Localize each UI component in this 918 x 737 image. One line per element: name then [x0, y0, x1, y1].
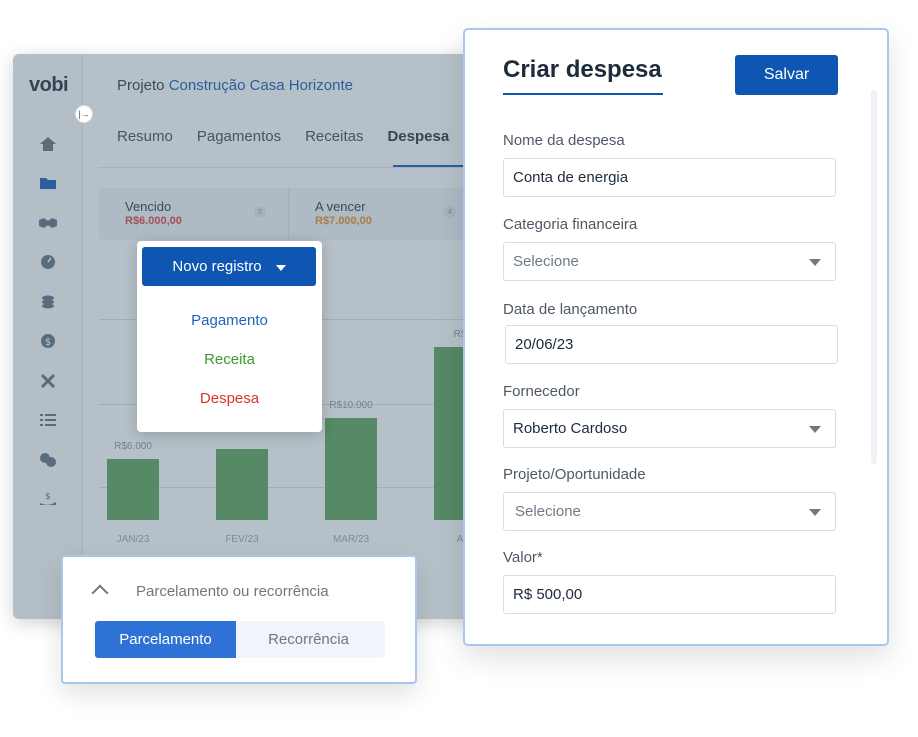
- panel-scrollbar[interactable]: [871, 90, 877, 464]
- tab-despesa[interactable]: Despesa: [387, 128, 449, 145]
- menu-item-receita[interactable]: Receita: [137, 351, 322, 368]
- field-value: 20/06/23: [515, 336, 574, 353]
- novo-registro-button[interactable]: Novo registro: [142, 247, 316, 286]
- toggle-parcelamento[interactable]: Parcelamento: [95, 621, 236, 658]
- chevron-up-icon[interactable]: [91, 584, 109, 602]
- installment-toggle: Parcelamento Recorrência: [95, 621, 385, 658]
- collapse-arrow-icon: |→: [78, 109, 90, 119]
- valor-input[interactable]: R$ 500,00: [503, 575, 836, 614]
- chart-x-tick-label: JAN/23: [116, 534, 150, 545]
- fornecedor-select[interactable]: Roberto Cardoso: [503, 409, 836, 448]
- caret-down-icon: [275, 264, 286, 271]
- sidebar-collapse-button[interactable]: |→: [75, 105, 93, 123]
- novo-registro-dropdown: Novo registro Pagamento Receita Despesa: [137, 241, 322, 432]
- tab-receitas[interactable]: Receitas: [305, 128, 363, 145]
- projeto-select[interactable]: Selecione: [503, 492, 836, 531]
- coins-icon[interactable]: [13, 282, 83, 322]
- folder-icon[interactable]: [13, 164, 83, 204]
- field-value: Roberto Cardoso: [513, 420, 628, 437]
- data-lancamento-input[interactable]: 20/06/23: [505, 325, 838, 364]
- nome-despesa-input[interactable]: Conta de energia: [503, 158, 836, 197]
- summary-card-vencido[interactable]: Vencido R$6.000,00 3: [99, 188, 289, 240]
- categoria-select[interactable]: Selecione: [503, 242, 836, 281]
- chart-x-tick-label: FEV/23: [225, 534, 259, 545]
- dollar-icon[interactable]: $: [13, 322, 83, 362]
- field-value: R$ 500,00: [513, 586, 583, 603]
- home-icon[interactable]: [13, 124, 83, 164]
- chart-data-label: R$6.000: [114, 440, 152, 452]
- field-label-categoria: Categoria financeira: [503, 216, 638, 233]
- title-underline: [503, 93, 663, 95]
- save-button[interactable]: Salvar: [735, 55, 838, 95]
- project-title: Projeto Construção Casa Horizonte: [117, 77, 353, 94]
- tab-resumo[interactable]: Resumo: [117, 128, 173, 145]
- svg-text:$: $: [45, 492, 51, 502]
- installment-panel: Parcelamento ou recorrência Parcelamento…: [61, 555, 417, 684]
- field-label-nome: Nome da despesa: [503, 132, 625, 149]
- chart-bar[interactable]: [325, 418, 377, 520]
- list-icon[interactable]: [13, 401, 83, 441]
- field-label-fornecedor: Fornecedor: [503, 383, 580, 400]
- field-label-projeto: Projeto/Oportunidade: [503, 466, 646, 483]
- project-name[interactable]: Construção Casa Horizonte: [169, 77, 353, 94]
- sidebar-nav: $ $: [13, 124, 83, 519]
- menu-item-despesa[interactable]: Despesa: [137, 390, 322, 407]
- caret-down-icon: [809, 509, 821, 516]
- toggle-recorrencia[interactable]: Recorrência: [236, 621, 381, 658]
- field-label-data: Data de lançamento: [503, 301, 638, 318]
- field-value: Selecione: [513, 253, 579, 270]
- summary-card-a-vencer[interactable]: A vencer R$7.000,00 4: [289, 188, 479, 240]
- field-value: Selecione: [515, 503, 581, 520]
- money-hand-icon[interactable]: $: [13, 480, 83, 520]
- summary-cards: Vencido R$6.000,00 3 A vencer R$7.000,00…: [99, 188, 479, 240]
- tab-divider: [98, 167, 483, 168]
- project-prefix: Projeto: [117, 77, 165, 94]
- field-value: Conta de energia: [513, 169, 629, 186]
- gauge-icon[interactable]: [13, 243, 83, 283]
- chart-bar[interactable]: [107, 458, 159, 520]
- caret-down-icon: [809, 259, 821, 266]
- vobi-logo: vobi: [29, 74, 69, 96]
- menu-item-pagamento[interactable]: Pagamento: [137, 312, 322, 329]
- tab-bar: Resumo Pagamentos Receitas Despesa: [117, 128, 449, 145]
- tools-icon[interactable]: [13, 361, 83, 401]
- chart-data-label: R$10.000: [329, 400, 373, 411]
- summary-count-badge: 4: [444, 206, 456, 218]
- installment-title: Parcelamento ou recorrência: [136, 583, 329, 600]
- chart-x-tick-label: MAR/23: [332, 534, 370, 545]
- chart-bar[interactable]: [216, 448, 268, 520]
- sidebar: vobi $ $: [13, 54, 83, 619]
- field-label-valor: Valor*: [503, 549, 543, 566]
- criar-despesa-panel: Criar despesa Salvar Nome da despesa Con…: [463, 28, 889, 646]
- caret-down-icon: [809, 426, 821, 433]
- novo-registro-label: Novo registro: [172, 258, 262, 275]
- svg-text:$: $: [45, 337, 51, 348]
- handshake-icon[interactable]: [13, 203, 83, 243]
- chat-icon[interactable]: [13, 440, 83, 480]
- tab-pagamentos[interactable]: Pagamentos: [197, 128, 281, 145]
- panel-title: Criar despesa: [503, 56, 662, 83]
- summary-count-badge: 3: [254, 206, 266, 218]
